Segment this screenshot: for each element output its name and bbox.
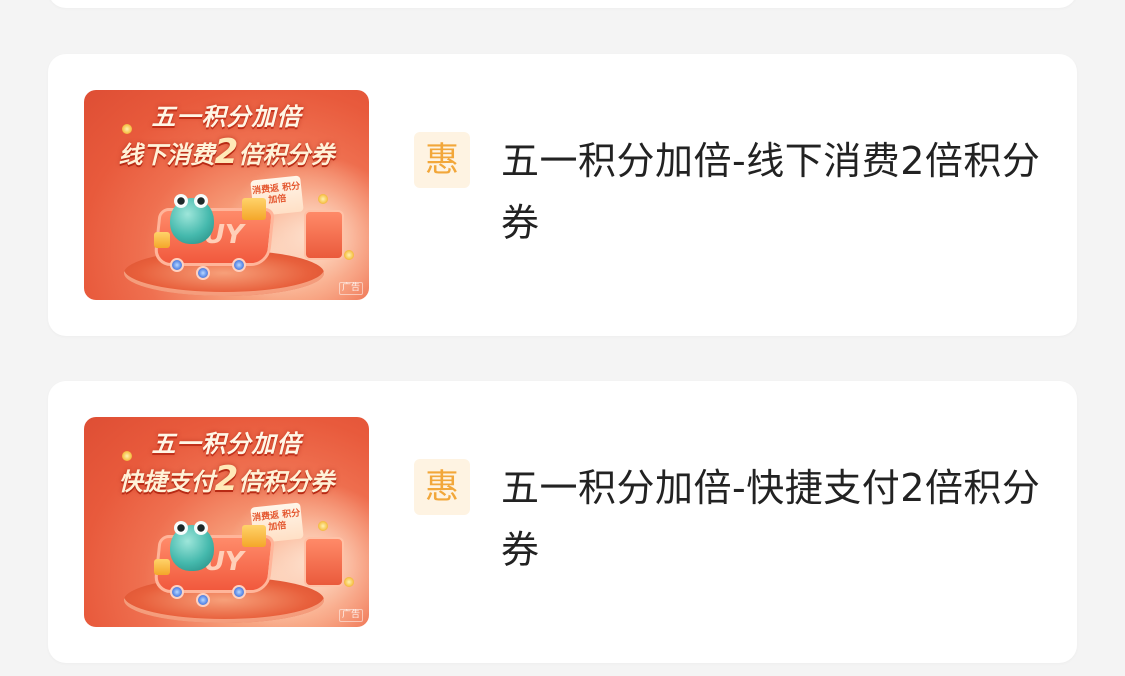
gift-box-graphic <box>154 559 170 575</box>
hui-discount-icon: 惠 <box>414 459 470 515</box>
coin-graphic <box>318 194 328 204</box>
cart-wheel <box>196 266 210 280</box>
coin-graphic <box>122 451 132 461</box>
frog-eye-right <box>194 521 208 535</box>
cart-wheel <box>232 258 246 272</box>
offer-banner-image[interactable]: 五一积分加倍 线下消费2倍积分券 消费返 积分加倍 BUY 广告 <box>84 90 369 300</box>
offer-card[interactable]: 五一积分加倍 线下消费2倍积分券 消费返 积分加倍 BUY 广告 惠 五一积分加… <box>48 54 1077 336</box>
coin-graphic <box>344 577 354 587</box>
offer-title[interactable]: 五一积分加倍-快捷支付2倍积分券 <box>501 457 1041 581</box>
banner-sub-prefix: 线下消费 <box>118 141 215 169</box>
banner-subtitle: 线下消费2倍积分券 <box>84 135 369 171</box>
cart-wheel <box>170 585 184 599</box>
ad-label: 广告 <box>338 282 363 295</box>
gift-box-graphic <box>242 525 266 547</box>
suitcase-graphic <box>304 537 344 587</box>
cart-wheel <box>232 585 246 599</box>
suitcase-graphic <box>304 210 344 260</box>
offer-card-previous-partial[interactable] <box>48 0 1077 8</box>
offer-list: 五一积分加倍 线下消费2倍积分券 消费返 积分加倍 BUY 广告 惠 五一积分加… <box>0 0 1125 676</box>
offer-title[interactable]: 五一积分加倍-线下消费2倍积分券 <box>501 130 1041 254</box>
gift-box-graphic <box>242 198 266 220</box>
hui-discount-icon: 惠 <box>414 132 470 188</box>
frog-eye-right <box>194 194 208 208</box>
frog-mascot <box>170 194 214 244</box>
coin-graphic <box>344 250 354 260</box>
offer-card[interactable]: 五一积分加倍 快捷支付2倍积分券 消费返 积分加倍 BUY 广告 惠 五一积分加… <box>48 381 1077 663</box>
banner-subtitle: 快捷支付2倍积分券 <box>84 462 369 498</box>
frog-eye-left <box>174 521 188 535</box>
cart-wheel <box>196 593 210 607</box>
banner-sub-number: 2 <box>214 459 239 499</box>
coin-graphic <box>318 521 328 531</box>
frog-mascot <box>170 521 214 571</box>
frog-eye-left <box>174 194 188 208</box>
gift-box-graphic <box>154 232 170 248</box>
banner-sub-prefix: 快捷支付 <box>118 468 215 496</box>
banner-sub-suffix: 倍积分券 <box>238 468 335 496</box>
coin-graphic <box>122 124 132 134</box>
ad-label: 广告 <box>338 609 363 622</box>
cart-wheel <box>170 258 184 272</box>
banner-sub-number: 2 <box>214 132 239 172</box>
banner-sub-suffix: 倍积分券 <box>238 141 335 169</box>
offer-banner-image[interactable]: 五一积分加倍 快捷支付2倍积分券 消费返 积分加倍 BUY 广告 <box>84 417 369 627</box>
